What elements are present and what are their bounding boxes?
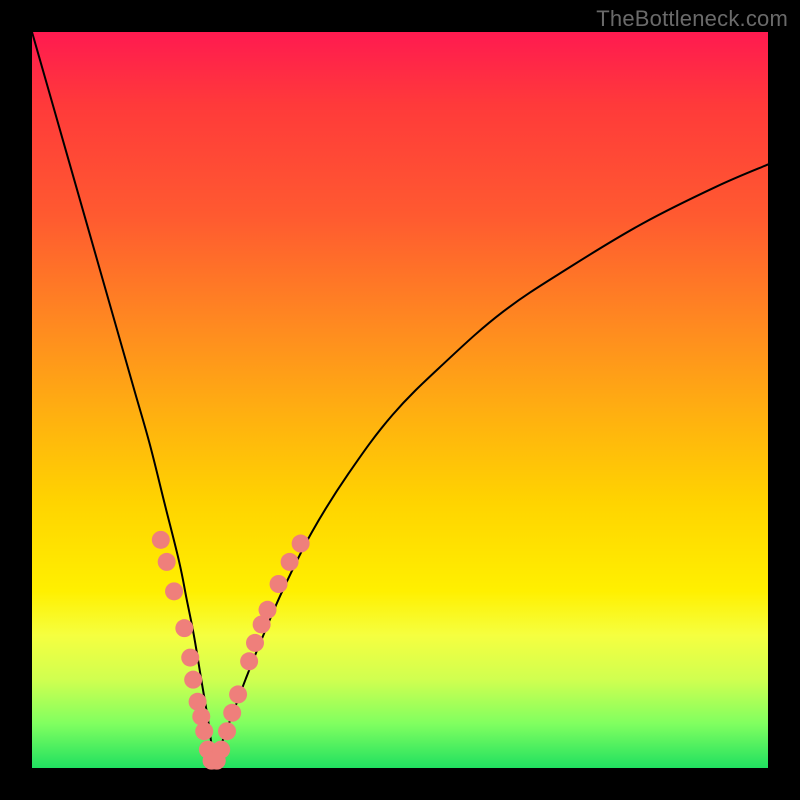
marker-dot <box>270 575 288 593</box>
marker-dot <box>175 619 193 637</box>
chart-svg <box>32 32 768 768</box>
marker-dot <box>223 704 241 722</box>
marker-dot <box>158 553 176 571</box>
marker-dot <box>240 652 258 670</box>
chart-frame: TheBottleneck.com <box>0 0 800 800</box>
watermark-text: TheBottleneck.com <box>596 6 788 32</box>
marker-dot <box>259 601 277 619</box>
marker-dot <box>229 685 247 703</box>
marker-dot <box>218 722 236 740</box>
marker-dot <box>152 531 170 549</box>
marker-dot <box>181 649 199 667</box>
marker-dot <box>212 741 230 759</box>
marker-dot <box>281 553 299 571</box>
marker-dot <box>184 671 202 689</box>
marker-dot <box>246 634 264 652</box>
marker-dot <box>292 535 310 553</box>
curve-right <box>215 164 768 768</box>
marker-dot <box>165 582 183 600</box>
marker-dot <box>195 722 213 740</box>
highlight-markers <box>152 531 310 770</box>
chart-plot-area <box>32 32 768 768</box>
